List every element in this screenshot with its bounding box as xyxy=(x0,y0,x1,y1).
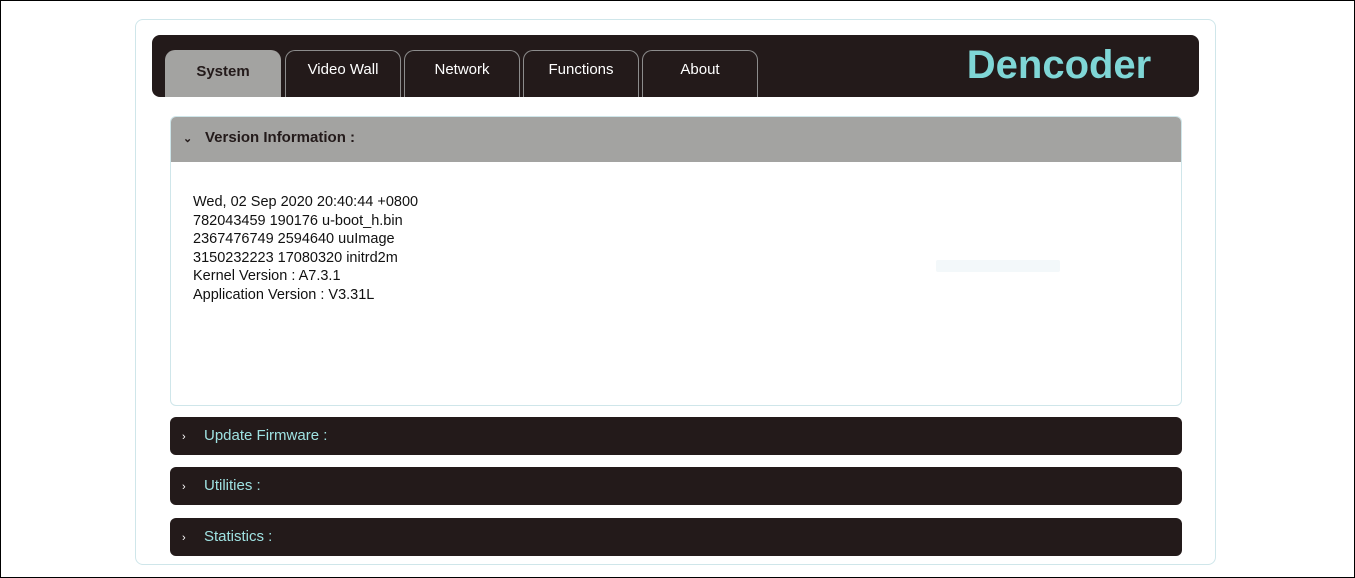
version-info-text: Wed, 02 Sep 2020 20:40:44 +0800 78204345… xyxy=(193,193,418,304)
brand-logo-text: Dencoder xyxy=(966,43,1152,87)
kernel-version-line: Kernel Version : A7.3.1 xyxy=(193,268,341,284)
utilities-title: Utilities : xyxy=(204,477,261,494)
tab-network[interactable]: Network xyxy=(404,50,520,97)
chevron-right-icon: › xyxy=(182,532,186,544)
tab-about[interactable]: About xyxy=(642,50,758,97)
build-date-line: Wed, 02 Sep 2020 20:40:44 +0800 xyxy=(193,194,419,210)
tab-video-wall[interactable]: Video Wall xyxy=(285,50,401,97)
update-firmware-header[interactable]: › Update Firmware : xyxy=(170,417,1182,455)
chevron-right-icon: › xyxy=(182,431,186,443)
statistics-title: Statistics : xyxy=(204,528,273,545)
chevron-right-icon: › xyxy=(182,481,186,493)
version-information-panel: ⌄ Version Information : Wed, 02 Sep 2020 … xyxy=(170,116,1182,406)
tab-functions[interactable]: Functions xyxy=(523,50,639,97)
utilities-header[interactable]: › Utilities : xyxy=(170,467,1182,505)
chevron-down-icon: ⌄ xyxy=(183,133,193,145)
faint-button[interactable] xyxy=(936,260,1060,272)
initrd-line: 3150232223 17080320 initrd2m xyxy=(193,249,398,266)
version-information-title: Version Information : xyxy=(205,129,356,146)
uimage-line: 2367476749 2594640 uuImage xyxy=(193,231,395,247)
application-version-line: Application Version : V3.31L xyxy=(193,286,375,303)
statistics-header[interactable]: › Statistics : xyxy=(170,518,1182,556)
update-firmware-title: Update Firmware : xyxy=(204,427,328,444)
version-information-header[interactable]: ⌄ Version Information : xyxy=(171,117,1181,162)
tab-system[interactable]: System xyxy=(165,50,281,97)
uboot-line: 782043459 190176 u-boot_h.bin xyxy=(193,212,403,229)
